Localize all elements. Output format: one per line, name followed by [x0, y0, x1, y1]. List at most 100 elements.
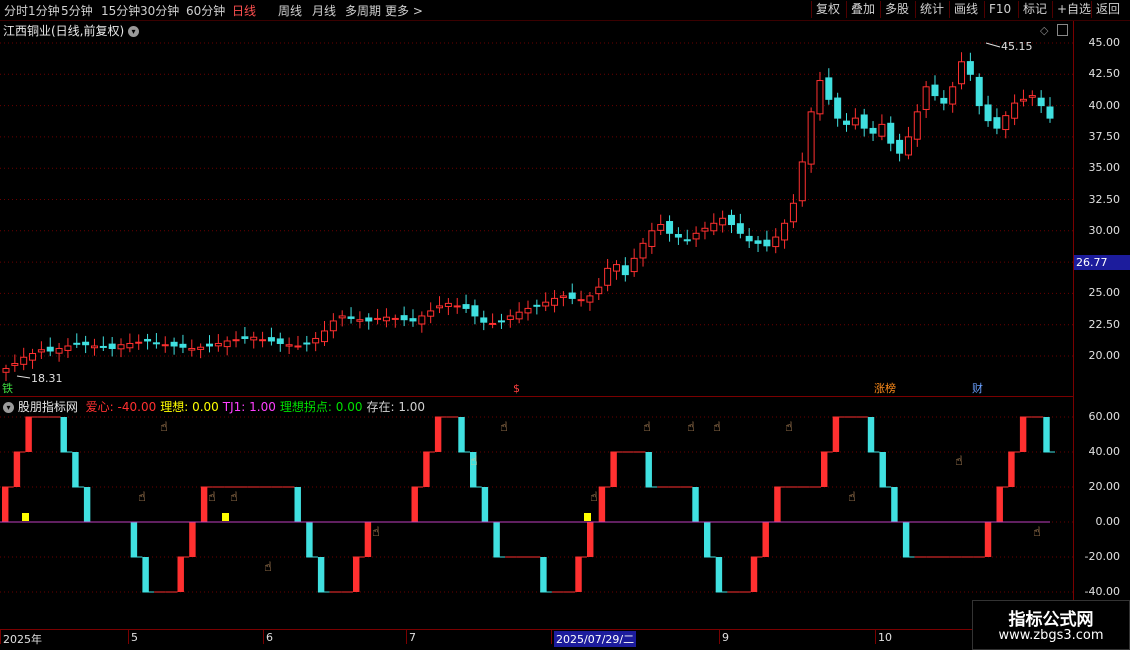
- candle-body: [825, 77, 833, 100]
- candle-body: [781, 222, 789, 241]
- candle-body: [117, 344, 125, 350]
- hand-pointer-icon: ☝: [713, 420, 721, 435]
- indicator-bar: [306, 522, 313, 557]
- period-tab-5[interactable]: 60分钟: [186, 2, 225, 19]
- period-tab-3[interactable]: 15分钟: [101, 2, 140, 19]
- candle-body: [144, 338, 152, 342]
- period-tab-9[interactable]: 多周期: [345, 2, 381, 19]
- toolbar-button-1[interactable]: 叠加: [846, 1, 879, 18]
- candle-body: [436, 305, 444, 309]
- ideal-marker: [222, 513, 229, 521]
- candle-body: [73, 342, 81, 345]
- indicator-bar: [832, 417, 840, 452]
- hand-pointer-icon: ☝: [848, 490, 856, 505]
- indicator-bar: [60, 417, 67, 452]
- indicator-bar: [715, 557, 723, 592]
- candle-body: [843, 120, 851, 125]
- candle-body: [409, 318, 417, 322]
- hand-pointer-icon: ☝: [264, 560, 272, 575]
- candle-body: [506, 315, 514, 320]
- period-tab-7[interactable]: 周线: [278, 2, 302, 19]
- indicator-bar: [2, 487, 9, 522]
- candle-body: [489, 322, 497, 325]
- candle-body: [152, 342, 160, 345]
- toolbar-button-2[interactable]: 多股: [880, 1, 913, 18]
- candle-body: [170, 341, 178, 347]
- indicator-bar: [83, 487, 91, 522]
- indicator-bar: [692, 487, 699, 522]
- candle-body: [966, 61, 974, 75]
- candle-body: [612, 264, 620, 272]
- toolbar-button-7[interactable]: +自选: [1052, 1, 1095, 18]
- indicator-panel: ▾ 股朋指标网 爱心: -40.00 理想: 0.00 TJ1: 1.00 理想拐点:…: [0, 397, 1074, 630]
- candle-body: [692, 232, 700, 240]
- candle-body: [188, 347, 196, 351]
- period-tab-4[interactable]: 30分钟: [140, 2, 179, 19]
- period-tab-10[interactable]: 更多 >: [385, 2, 423, 19]
- watermark-url: www.zbgs3.com: [998, 628, 1104, 643]
- indicator-bar: [481, 487, 489, 522]
- indicator-bar: [704, 522, 711, 557]
- candle-body: [2, 368, 10, 373]
- period-tab-0[interactable]: 分时: [4, 2, 28, 19]
- period-tab-1[interactable]: 1分钟: [28, 2, 60, 19]
- hand-pointer-icon: ☝: [160, 420, 168, 435]
- candle-body: [551, 297, 559, 306]
- toolbar-button-5[interactable]: F10: [984, 1, 1015, 18]
- price-y-tick: 30.00: [1088, 223, 1121, 237]
- toolbar-button-8[interactable]: 返回: [1091, 1, 1124, 18]
- date-label: 5: [131, 631, 138, 644]
- candle-body: [975, 76, 983, 107]
- toolbar-button-4[interactable]: 画线: [949, 1, 982, 18]
- candle-body: [205, 343, 213, 347]
- period-tab-8[interactable]: 月线: [312, 2, 336, 19]
- candle-body: [674, 234, 682, 238]
- candle-body: [958, 61, 966, 85]
- hand-pointer-icon: ☝: [785, 420, 793, 435]
- candle-body: [241, 336, 249, 339]
- candle-body: [666, 221, 674, 234]
- indicator-bar: [13, 452, 21, 487]
- event-flag: $: [513, 382, 520, 395]
- candle-body: [754, 240, 762, 244]
- date-axis: 2025年 5 6 7 2025/07/29/二 9 10: [0, 630, 1073, 650]
- toolbar-button-3[interactable]: 统计: [915, 1, 948, 18]
- date-separator: [128, 630, 129, 644]
- candle-body: [400, 315, 408, 321]
- candle-body: [214, 342, 222, 347]
- candlestick-chart[interactable]: 45.15 18.31 铁 $ 涨榜 财: [0, 21, 1073, 396]
- candle-body: [197, 346, 205, 350]
- date-separator: [551, 630, 552, 644]
- candle-body: [303, 342, 311, 345]
- date-label: 6: [266, 631, 273, 644]
- candle-body: [701, 227, 709, 232]
- candle-body: [135, 341, 143, 344]
- candle-body: [816, 80, 824, 115]
- price-y-tick: 45.00: [1088, 36, 1121, 49]
- watermark-title: 指标公式网: [1008, 610, 1094, 630]
- low-pointer: [16, 375, 31, 379]
- indicator-y-tick: 60.00: [1088, 410, 1121, 423]
- indicator-bar: [353, 557, 360, 592]
- candle-body: [604, 267, 612, 286]
- candle-body: [595, 286, 603, 295]
- candle-body: [374, 317, 382, 320]
- candle-body: [984, 104, 992, 122]
- toolbar-button-0[interactable]: 复权: [811, 1, 844, 18]
- candle-body: [250, 336, 258, 341]
- toolbar-button-6[interactable]: 标记: [1018, 1, 1051, 18]
- candle-body: [993, 117, 1001, 129]
- candle-body: [285, 344, 293, 347]
- period-tab-6[interactable]: 日线: [232, 2, 256, 19]
- indicator-bar: [575, 557, 582, 592]
- candle-body: [577, 299, 585, 302]
- period-tab-2[interactable]: 5分钟: [61, 2, 93, 19]
- candle-body: [453, 305, 461, 308]
- indicator-bar: [891, 487, 898, 522]
- indicator-y-tick: 40.00: [1088, 445, 1121, 458]
- indicator-bar: [423, 452, 430, 487]
- indicator-bar: [587, 522, 594, 557]
- low-price-label: 18.31: [31, 372, 63, 385]
- indicator-chart[interactable]: ☝ ☝ ☝ ☝ ☝ ☝ ☝ ☝ ☝ ☝ ☝ ☝ ☝ ☝ ☝ ☝: [0, 397, 1073, 629]
- date-label: 9: [722, 631, 729, 644]
